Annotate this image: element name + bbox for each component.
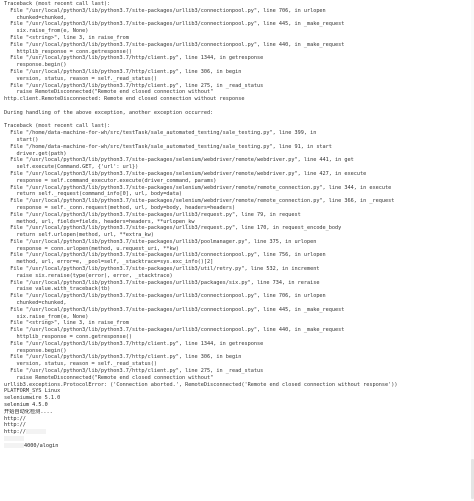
console-line: response.begin() bbox=[4, 62, 67, 69]
console-line: File "/usr/local/python3/lib/python3.7/s… bbox=[4, 7, 326, 14]
console-line: method, url, error=e, _pool=self, _stack… bbox=[4, 259, 214, 266]
console-line: httplib_response = conn.getresponse() bbox=[4, 334, 133, 341]
console-line: File "/usr/local/python3/lib/python3.7/s… bbox=[4, 266, 320, 273]
console-line: File "/usr/local/python3/lib/python3.7/h… bbox=[4, 354, 242, 361]
console-line: File "/usr/local/python3/lib/python3.7/s… bbox=[4, 198, 395, 205]
console-line: urllib3.exceptions.ProtocolError: ('Conn… bbox=[4, 381, 398, 388]
console-line: File "/usr/local/python3/lib/python3.7/h… bbox=[4, 55, 264, 62]
console-line: File "<string>", line 3, in raise_from bbox=[4, 34, 129, 41]
console-line: Traceback (most recent call last): bbox=[4, 123, 111, 130]
console-line: six.raise_from(e, None) bbox=[4, 28, 89, 35]
console-line: start() bbox=[4, 136, 39, 143]
console-line: raise six.reraise(type(error), error, _s… bbox=[4, 272, 173, 279]
console-line: File "/usr/local/python3/lib/python3.7/s… bbox=[4, 41, 345, 48]
console-line: Traceback (most recent call last): bbox=[4, 1, 111, 7]
exception-message: seleniumwire 5.1.0 bbox=[4, 395, 61, 402]
console-line: method, url, fields=fields, headers=head… bbox=[4, 218, 195, 225]
console-line: response = self.command_executor.execute… bbox=[4, 177, 217, 184]
selenium-version-line: http:// bbox=[4, 415, 26, 422]
console-line: chunked=chunked, bbox=[4, 14, 67, 21]
console-line: raise value.with_traceback(tb) bbox=[4, 286, 111, 293]
platform-line: selenium 4.5.0 bbox=[4, 402, 48, 409]
console-line: File "/usr/local/python3/lib/python3.7/s… bbox=[4, 225, 342, 232]
console-line: File "<string>", line 3, in raise_from bbox=[4, 320, 129, 327]
redacted-host bbox=[25, 429, 46, 435]
console-line: driver.get(path) bbox=[4, 150, 67, 157]
redacted-host bbox=[4, 442, 24, 448]
exception-message: http.client.RemoteDisconnected: Remote e… bbox=[4, 96, 245, 103]
console-line: File "/usr/local/python3/lib/python3.7/s… bbox=[4, 293, 326, 300]
console-line: File "/usr/local/python3/lib/python3.7/h… bbox=[4, 82, 264, 89]
console-line: response = self._conn.request(method, ur… bbox=[4, 204, 236, 211]
console-line: File "/usr/local/python3/lib/python3.7/h… bbox=[4, 340, 264, 347]
url-prefix: http:// bbox=[4, 429, 26, 436]
seleniumwire-version-line: 开始自动化检测.... bbox=[4, 408, 53, 415]
console-line: return self.urlopen(method, url, **extra… bbox=[4, 232, 154, 239]
console-line: return self._request(command_info[0], ur… bbox=[4, 191, 183, 198]
console-line: File "/usr/local/python3/lib/python3.7/s… bbox=[4, 252, 326, 259]
console-line: File "/usr/local/python3/lib/python3.7/s… bbox=[4, 306, 345, 313]
console-line: raise RemoteDisconnected("Remote end clo… bbox=[4, 89, 214, 96]
redacted-host bbox=[4, 436, 24, 441]
console-line: File "/usr/local/python3/lib/python3.7/s… bbox=[4, 211, 301, 218]
console-line: File "/usr/local/python3/lib/python3.7/s… bbox=[4, 327, 345, 334]
status-message-line: http:// bbox=[4, 422, 26, 429]
console-line: response = conn.urlopen(method, u.reques… bbox=[4, 245, 179, 252]
console-line: File "/home/data-machine-for-wh/src/test… bbox=[4, 143, 332, 150]
console-line: File "/usr/local/python3/lib/python3.7/s… bbox=[4, 170, 367, 177]
console-line: six.raise_from(e, None) bbox=[4, 313, 89, 320]
console-line: chunked=chunked, bbox=[4, 300, 67, 307]
console-line: version, status, reason = self._read_sta… bbox=[4, 75, 158, 82]
console-output: Traceback (most recent call last): File … bbox=[0, 0, 474, 501]
console-line: During handling of the above exception, … bbox=[4, 109, 214, 116]
console-line: response.begin() bbox=[4, 347, 67, 354]
console-line: File "/usr/local/python3/lib/python3.7/h… bbox=[4, 368, 264, 375]
url-line bbox=[4, 436, 471, 443]
console-line: PLATFORM_SYS Linux bbox=[4, 388, 61, 395]
url-tail: 4000/alogin bbox=[24, 442, 59, 449]
console-line: httplib_response = conn.getresponse() bbox=[4, 48, 133, 55]
console-line: File "/usr/local/python3/lib/python3.7/s… bbox=[4, 279, 320, 286]
console-line: File "/home/data-machine-for-wh/src/test… bbox=[4, 130, 317, 137]
console-line: File "/usr/local/python3/lib/python3.7/s… bbox=[4, 157, 354, 164]
url-line: 4000/alogin bbox=[4, 442, 471, 450]
console-line: version, status, reason = self._read_sta… bbox=[4, 361, 158, 368]
url-line: http:// bbox=[4, 429, 471, 436]
console-line: self.execute(Command.GET, {'url': url}) bbox=[4, 164, 139, 171]
console-line: raise RemoteDisconnected("Remote end clo… bbox=[4, 374, 214, 381]
console-line: File "/usr/local/python3/lib/python3.7/s… bbox=[4, 184, 392, 191]
console-line: File "/usr/local/python3/lib/python3.7/s… bbox=[4, 238, 317, 245]
console-line: File "/usr/local/python3/lib/python3.7/s… bbox=[4, 21, 345, 28]
console-line: File "/usr/local/python3/lib/python3.7/h… bbox=[4, 68, 242, 75]
